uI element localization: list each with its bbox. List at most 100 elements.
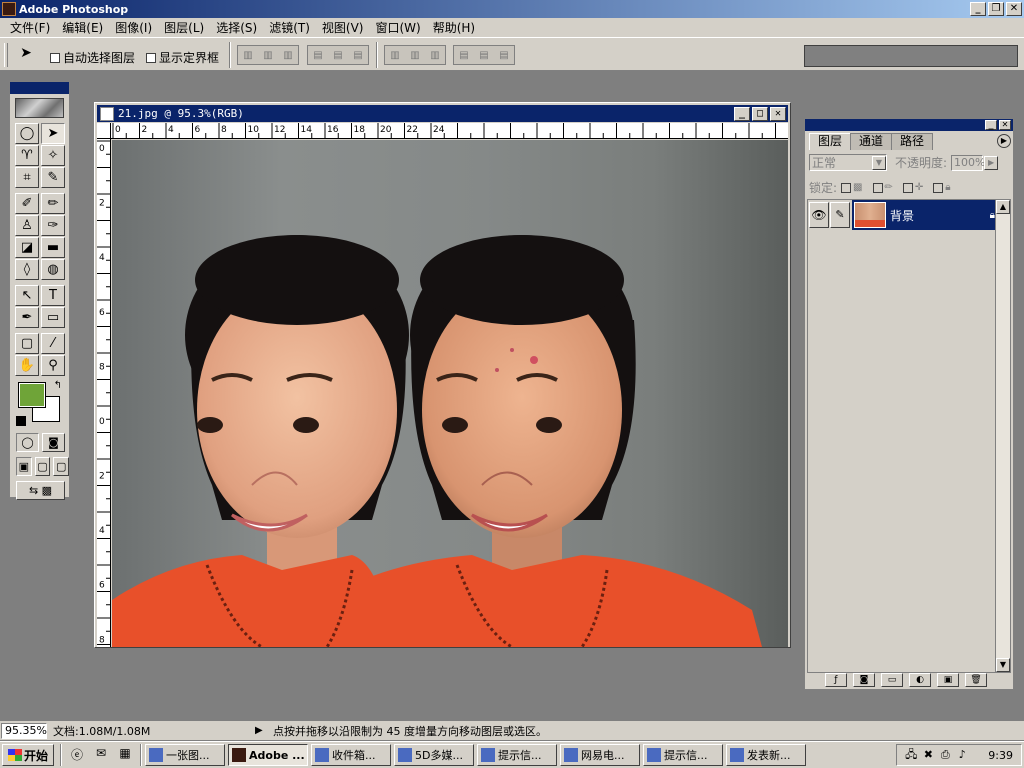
magic-wand-tool-icon[interactable]: ✧ — [41, 145, 65, 166]
document-minimize-button[interactable]: _ — [734, 107, 750, 121]
distribute-left-icon[interactable]: ▤ — [454, 46, 474, 64]
default-colors-icon[interactable] — [16, 416, 26, 426]
palette-close-button[interactable]: ✕ — [999, 120, 1011, 130]
ruler-origin[interactable] — [97, 123, 111, 139]
align-hcenter-icon[interactable]: ▤ — [328, 46, 348, 64]
photoshop-app-icon[interactable] — [2, 2, 16, 16]
document-size-info[interactable]: 文档:1.08M/1.08M — [53, 723, 249, 739]
distribute-vcenter-icon[interactable]: ▥ — [405, 46, 425, 64]
task-button[interactable]: 收件箱... — [311, 744, 391, 766]
menu-layer[interactable]: 图层(L) — [158, 19, 210, 36]
clock[interactable]: 9:39 — [988, 749, 1013, 762]
tab-channels[interactable]: 通道 — [850, 133, 893, 150]
menu-file[interactable]: 文件(F) — [4, 19, 56, 36]
status-menu-arrow-icon[interactable]: ▶ — [255, 725, 267, 736]
lock-image-checkbox[interactable] — [872, 182, 883, 193]
layer-style-icon[interactable]: ƒ — [825, 673, 847, 687]
chevron-down-icon[interactable]: ▼ — [872, 155, 886, 170]
close-button[interactable]: ✕ — [1006, 2, 1022, 16]
align-left-icon[interactable]: ▤ — [308, 46, 328, 64]
visibility-eye-icon[interactable]: 👁︎ — [809, 202, 829, 228]
printer-tray-icon[interactable]: ⎙ — [938, 748, 952, 762]
menu-window[interactable]: 窗口(W) — [369, 19, 426, 36]
distribute-bottom-icon[interactable]: ▥ — [425, 46, 445, 64]
eyedropper-tool-icon[interactable]: ⁄ — [41, 333, 65, 354]
swap-colors-icon[interactable]: ↰ — [54, 380, 62, 391]
restore-button[interactable]: ❐ — [988, 2, 1004, 16]
jump-to-imageready-icon[interactable]: ⇆ ▩ — [16, 481, 65, 500]
network-tray-icon[interactable]: 🖧︎ — [904, 748, 918, 762]
lock-position-checkbox[interactable] — [902, 182, 913, 193]
full-screen-menu-mode-icon[interactable]: ▢ — [34, 457, 51, 476]
lasso-tool-icon[interactable]: ♈ — [15, 145, 39, 166]
task-button[interactable]: 一张图... — [145, 744, 225, 766]
new-set-folder-icon[interactable]: ▭ — [881, 673, 903, 687]
tab-paths[interactable]: 路径 — [891, 133, 934, 150]
layers-palette-title-bar[interactable]: _ ✕ — [805, 119, 1013, 131]
adjustment-layer-icon[interactable]: ◐ — [909, 673, 931, 687]
crop-tool-icon[interactable]: ⌗ — [15, 167, 39, 188]
scroll-up-icon[interactable]: ▲ — [996, 200, 1010, 214]
standard-mode-icon[interactable]: ◯ — [16, 433, 39, 452]
menu-select[interactable]: 选择(S) — [210, 19, 263, 36]
ie-quicklaunch-icon[interactable]: ⓔ — [68, 746, 86, 764]
desktop-quicklaunch-icon[interactable]: ▦ — [116, 746, 134, 764]
new-layer-icon[interactable]: ▣ — [937, 673, 959, 687]
eraser-tool-icon[interactable]: ◪ — [15, 237, 39, 258]
scroll-down-icon[interactable]: ▼ — [996, 658, 1010, 672]
menu-filter[interactable]: 滤镜(T) — [263, 19, 316, 36]
show-bounds-option[interactable]: 显示定界框 — [146, 49, 219, 66]
standard-screen-mode-icon[interactable]: ▣ — [16, 457, 32, 476]
type-tool-icon[interactable]: T — [41, 285, 65, 306]
foreground-color-swatch[interactable] — [18, 382, 46, 408]
layers-scrollbar[interactable]: ▲ ▼ — [995, 199, 1011, 673]
zoom-tool-icon[interactable]: ⚲ — [41, 355, 65, 376]
palette-well[interactable] — [804, 45, 1018, 67]
layer-selected[interactable]: 背景 🔒︎ — [852, 200, 998, 230]
gradient-tool-icon[interactable]: ▬ — [41, 237, 65, 258]
blur-tool-icon[interactable]: ◊ — [15, 259, 39, 280]
dodge-tool-icon[interactable]: ◍ — [41, 259, 65, 280]
document-icon[interactable] — [100, 106, 114, 121]
lock-transparency-checkbox[interactable] — [841, 182, 852, 193]
hand-tool-icon[interactable]: ✋ — [15, 355, 39, 376]
adobe-online-icon[interactable] — [15, 98, 64, 118]
layer-brush-icon[interactable]: ✎ — [830, 202, 850, 228]
toolbox-title-bar[interactable] — [10, 82, 69, 94]
rectangle-tool-icon[interactable]: ▭ — [41, 307, 65, 328]
task-button-active[interactable]: Adobe ... — [228, 744, 308, 766]
tab-layers[interactable]: 图层 — [809, 133, 852, 150]
image-canvas[interactable] — [112, 140, 788, 647]
zoom-field[interactable]: 95.35% — [1, 722, 47, 739]
trash-icon[interactable]: 🗑︎ — [965, 673, 987, 687]
align-vcenter-icon[interactable]: ▥ — [258, 46, 278, 64]
quick-mask-mode-icon[interactable]: ◙ — [42, 433, 65, 452]
history-brush-tool-icon[interactable]: ✑ — [41, 215, 65, 236]
add-mask-icon[interactable]: ◙ — [853, 673, 875, 687]
task-button[interactable]: 5D多媒... — [394, 744, 474, 766]
menu-view[interactable]: 视图(V) — [316, 19, 370, 36]
healing-brush-tool-icon[interactable]: ✐ — [15, 193, 39, 214]
vertical-ruler[interactable]: 0 2 4 6 8 0 2 4 6 8 — [97, 139, 111, 647]
move-tool-icon[interactable]: ➤ — [41, 123, 65, 144]
menu-image[interactable]: 图像(I) — [109, 19, 158, 36]
marquee-tool-icon[interactable]: ◯ — [15, 123, 39, 144]
move-tool-preset-icon[interactable]: ➤ — [14, 45, 38, 65]
options-bar-grip[interactable] — [4, 43, 8, 67]
brush-tool-icon[interactable]: ✏ — [41, 193, 65, 214]
task-button[interactable]: 网易电... — [560, 744, 640, 766]
outlook-quicklaunch-icon[interactable]: ✉ — [92, 746, 110, 764]
slice-tool-icon[interactable]: ✎ — [41, 167, 65, 188]
path-selection-tool-icon[interactable]: ↖ — [15, 285, 39, 306]
opacity-slider-arrow-icon[interactable]: ▶ — [984, 155, 999, 170]
layer-row-background[interactable]: 👁︎ ✎ 背景 🔒︎ — [808, 200, 998, 230]
document-title-bar[interactable]: 21.jpg @ 95.3%(RGB) _ □ ✕ — [97, 105, 788, 122]
full-screen-mode-icon[interactable]: ▢ — [53, 457, 70, 476]
clone-stamp-tool-icon[interactable]: ♙ — [15, 215, 39, 236]
task-button[interactable]: 提示信... — [643, 744, 723, 766]
minimize-button[interactable]: _ — [970, 2, 986, 16]
palette-menu-icon[interactable]: ▶ — [997, 134, 1011, 148]
show-bounds-checkbox[interactable] — [146, 52, 156, 63]
auto-select-checkbox[interactable] — [50, 52, 60, 63]
pen-tool-icon[interactable]: ✒ — [15, 307, 39, 328]
